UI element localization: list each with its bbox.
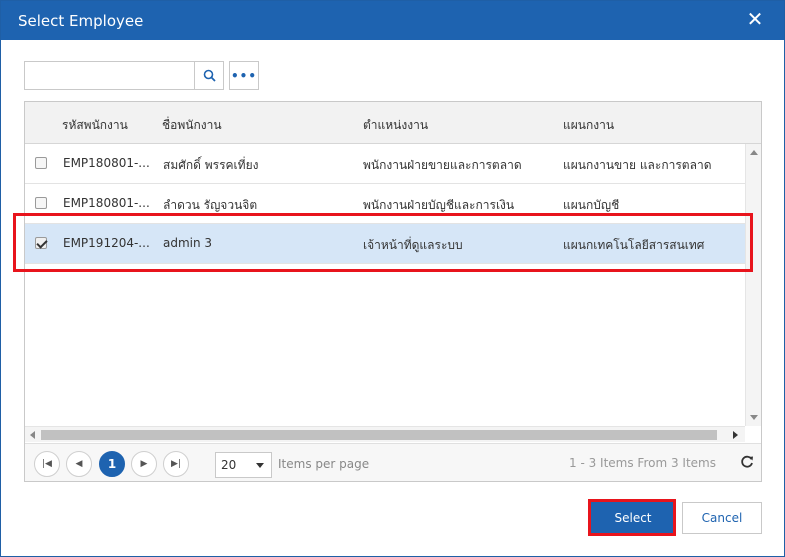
- cell-code: EMP180801-...: [63, 196, 150, 210]
- search-icon: [203, 69, 216, 82]
- cell-code: EMP180801-...: [63, 156, 150, 170]
- cell-position: พนักงานฝ่ายขายและการตลาด: [363, 158, 522, 172]
- items-per-page-label: Items per page: [278, 457, 370, 471]
- last-page-icon[interactable]: ▶|: [163, 451, 189, 477]
- scroll-right-icon[interactable]: [733, 431, 738, 439]
- ellipsis-icon: •••: [230, 68, 257, 83]
- column-header-code[interactable]: รหัสพนักงาน: [62, 116, 128, 135]
- close-icon[interactable]: ✕: [744, 8, 766, 30]
- cell-code: EMP191204-...: [63, 236, 150, 250]
- prev-page-icon[interactable]: ◀: [66, 451, 92, 477]
- cell-department: แผนกงานขาย และการตลาด: [563, 158, 712, 172]
- select-employee-dialog: Select Employee ✕ ••• รหัสพนักงาน ชื่อพน…: [0, 0, 785, 557]
- column-header-position[interactable]: ตำแหน่งงาน: [363, 116, 428, 135]
- page-size-select[interactable]: 20: [215, 452, 272, 478]
- employee-grid: รหัสพนักงาน ชื่อพนักงาน ตำแหน่งงาน แผนกง…: [24, 101, 762, 482]
- refresh-icon[interactable]: [739, 454, 755, 470]
- row-checkbox[interactable]: [35, 157, 47, 169]
- search-box: [24, 61, 224, 90]
- row-checkbox-checked[interactable]: [35, 237, 47, 249]
- cell-department: แผนกบัญชี: [563, 198, 620, 212]
- page-size-value: 20: [221, 458, 237, 472]
- dialog-title: Select Employee: [18, 12, 144, 30]
- cell-position: เจ้าหน้าที่ดูแลระบบ: [363, 238, 463, 252]
- column-header-name[interactable]: ชื่อพนักงาน: [162, 116, 222, 135]
- select-button[interactable]: Select: [591, 502, 675, 534]
- grid-header: รหัสพนักงาน ชื่อพนักงาน ตำแหน่งงาน แผนกง…: [25, 102, 761, 144]
- scroll-up-icon[interactable]: [750, 150, 758, 155]
- pager: |◀ ◀ 1 ▶ ▶| 20 Items per page 1 - 3 Item…: [25, 443, 761, 481]
- cancel-button[interactable]: Cancel: [682, 502, 762, 534]
- cell-name: สมศักดิ์ พรรคเที่ยง: [163, 158, 259, 172]
- cell-name: admin 3: [163, 236, 213, 250]
- search-input[interactable]: [25, 62, 194, 89]
- vertical-scrollbar[interactable]: [745, 144, 761, 426]
- scrollbar-thumb[interactable]: [41, 430, 717, 440]
- cell-department: แผนกเทคโนโลยีสารสนเทศ: [563, 238, 705, 252]
- table-row[interactable]: EMP180801-... สมศักดิ์ พรรคเที่ยง พนักงา…: [25, 144, 745, 184]
- more-options-button[interactable]: •••: [229, 61, 259, 90]
- table-row-selected[interactable]: EMP191204-... admin 3 เจ้าหน้าที่ดูแลระบ…: [25, 224, 745, 264]
- row-checkbox[interactable]: [35, 197, 47, 209]
- page-button-current[interactable]: 1: [99, 451, 125, 477]
- column-header-department[interactable]: แผนกงาน: [563, 116, 614, 135]
- horizontal-scrollbar[interactable]: [25, 426, 745, 442]
- chevron-down-icon: [256, 463, 264, 468]
- table-row[interactable]: EMP180801-... ลำดวน รัญจวนจิต พนักงานฝ่า…: [25, 184, 745, 224]
- scroll-left-icon[interactable]: [30, 431, 35, 439]
- cell-name: ลำดวน รัญจวนจิต: [163, 198, 258, 212]
- pager-info: 1 - 3 Items From 3 Items: [569, 456, 716, 470]
- dialog-titlebar: Select Employee ✕: [1, 1, 784, 40]
- cell-position: พนักงานฝ่ายบัญชีและการเงิน: [363, 198, 515, 212]
- search-button[interactable]: [194, 62, 224, 89]
- next-page-icon[interactable]: ▶: [131, 451, 157, 477]
- scroll-down-icon[interactable]: [750, 415, 758, 420]
- first-page-icon[interactable]: |◀: [34, 451, 60, 477]
